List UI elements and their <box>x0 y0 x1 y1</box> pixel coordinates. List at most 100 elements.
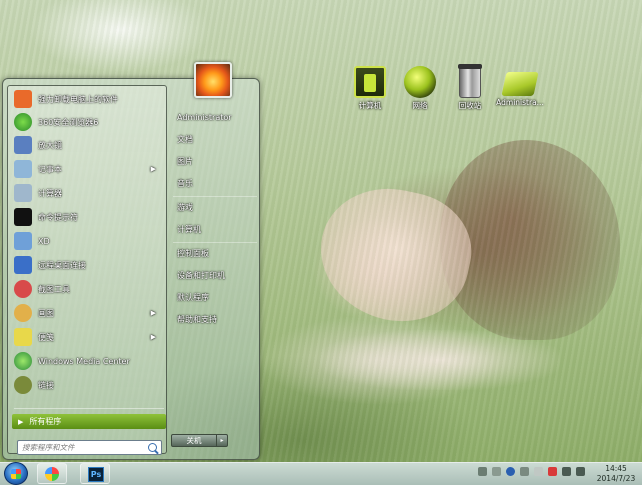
right-item-label: 设备和打印机 <box>177 271 225 280</box>
right-item-devices-printers[interactable]: 设备和打印机 <box>177 268 257 284</box>
right-separator <box>173 196 257 197</box>
program-label: 命令提示符 <box>38 212 78 222</box>
media-center-icon <box>14 352 32 370</box>
program-label: 强力卸载电脑上的软件 <box>38 94 118 104</box>
program-label: 计算器 <box>38 188 62 198</box>
all-programs-button[interactable]: ▶ 所有程序 <box>12 414 166 429</box>
taskbar-browser-button[interactable] <box>37 463 67 484</box>
program-item-sticky-notes[interactable]: 便笺 ▶ <box>10 326 164 348</box>
right-item-music[interactable]: 音乐 <box>177 176 257 192</box>
program-item-notepad[interactable]: 记事本 ▶ <box>10 158 164 180</box>
right-item-help[interactable]: 帮助和支持 <box>177 312 257 328</box>
start-menu-programs-pane: 强力卸载电脑上的软件 360安全浏览器6 放大镜 记事本 ▶ 计算器 命令提示符… <box>7 85 167 455</box>
shutdown-options-button[interactable]: ▸ <box>216 434 228 447</box>
program-label: 记事本 <box>38 164 62 174</box>
action-center-icon[interactable] <box>548 467 557 476</box>
browser-360-icon <box>14 113 32 131</box>
program-label: 截图工具 <box>38 284 70 294</box>
right-item-pictures[interactable]: 图片 <box>177 154 257 170</box>
desktop-icon-label: 回收站 <box>458 101 482 110</box>
submenu-arrow-icon: ▶ <box>150 309 156 317</box>
desktop-icon-computer[interactable]: 计算机 <box>342 66 398 111</box>
photoshop-icon: Ps <box>88 467 104 482</box>
program-label: 链接 <box>38 380 54 390</box>
search-input[interactable]: 搜索程序和文件 <box>17 440 162 455</box>
submenu-arrow-icon: ▶ <box>150 165 156 173</box>
user-folder-icon <box>501 72 539 96</box>
desktop-icon-user-folder[interactable]: Administra... <box>492 66 548 107</box>
right-item-label: 默认程序 <box>177 293 209 302</box>
right-separator <box>173 242 257 243</box>
right-item-label: Administrator <box>177 113 232 122</box>
program-item-calculator[interactable]: 计算器 <box>10 182 164 204</box>
right-item-label: 文档 <box>177 135 193 144</box>
right-item-user[interactable]: Administrator <box>177 110 257 126</box>
program-label: 360安全浏览器6 <box>38 117 99 127</box>
program-label: XD <box>38 236 50 246</box>
desktop-icon-recycle-bin[interactable]: 回收站 <box>442 64 498 111</box>
network-icon <box>404 66 436 98</box>
taskbar-photoshop-button[interactable]: Ps <box>80 463 110 484</box>
start-menu: 强力卸载电脑上的软件 360安全浏览器6 放大镜 记事本 ▶ 计算器 命令提示符… <box>2 78 260 460</box>
program-item-uninstall[interactable]: 强力卸载电脑上的软件 <box>10 88 164 110</box>
program-label: 远程桌面连接 <box>38 260 86 270</box>
program-label: 放大镜 <box>38 140 62 150</box>
browser-icon <box>45 467 59 481</box>
program-item-magnifier[interactable]: 放大镜 <box>10 134 164 156</box>
desktop-icon-label: Administra... <box>496 98 544 107</box>
right-item-label: 图片 <box>177 157 193 166</box>
network-tray-icon[interactable] <box>562 467 571 476</box>
program-item-xd[interactable]: XD <box>10 230 164 252</box>
program-item-paint[interactable]: 画图 ▶ <box>10 302 164 324</box>
program-item-remote-desktop[interactable]: 远程桌面连接 <box>10 254 164 276</box>
all-programs-label: 所有程序 <box>29 417 62 426</box>
right-item-label: 帮助和支持 <box>177 315 217 324</box>
notepad-icon <box>14 160 32 178</box>
sticky-notes-icon <box>14 328 32 346</box>
start-button[interactable] <box>4 462 28 485</box>
right-item-computer[interactable]: 计算机 <box>177 222 257 238</box>
volume-icon[interactable] <box>576 467 585 476</box>
program-item-media-center[interactable]: Windows Media Center <box>10 350 164 372</box>
search-icon[interactable] <box>148 443 157 452</box>
program-item-links[interactable]: 链接 <box>10 374 164 396</box>
program-item-360-browser[interactable]: 360安全浏览器6 <box>10 111 164 133</box>
desktop-icon-label: 计算机 <box>358 101 382 110</box>
program-label: 画图 <box>38 308 54 318</box>
clock-time[interactable]: 14:45 <box>594 464 638 473</box>
paint-icon <box>14 304 32 322</box>
snipping-tool-icon <box>14 280 32 298</box>
show-hidden-icons-icon[interactable] <box>534 467 543 476</box>
program-label: Windows Media Center <box>38 356 130 366</box>
computer-icon <box>354 66 386 98</box>
right-item-documents[interactable]: 文档 <box>177 132 257 148</box>
remote-desktop-icon <box>14 256 32 274</box>
submenu-arrow-icon: ▶ <box>150 333 156 341</box>
help-icon[interactable] <box>506 467 515 476</box>
right-item-label: 游戏 <box>177 203 193 212</box>
right-item-control-panel[interactable]: 控制面板 <box>177 246 257 262</box>
xd-icon <box>14 232 32 250</box>
input-method-icon[interactable] <box>492 467 501 476</box>
keyboard-icon[interactable] <box>478 467 487 476</box>
desktop-icon-network[interactable]: 网络 <box>392 66 448 111</box>
programs-separator <box>14 408 164 409</box>
right-item-label: 音乐 <box>177 179 193 188</box>
right-item-label: 控制面板 <box>177 249 209 258</box>
uninstall-icon <box>14 90 32 108</box>
settings-icon[interactable] <box>520 467 529 476</box>
cmd-icon <box>14 208 32 226</box>
right-item-label: 计算机 <box>177 225 201 234</box>
program-item-snipping-tool[interactable]: 截图工具 <box>10 278 164 300</box>
magnifier-icon <box>14 136 32 154</box>
right-item-default-programs[interactable]: 默认程序 <box>177 290 257 306</box>
program-item-cmd[interactable]: 命令提示符 <box>10 206 164 228</box>
search-placeholder: 搜索程序和文件 <box>22 443 75 452</box>
clock-date[interactable]: 2014/7/23 <box>594 474 638 483</box>
links-icon <box>14 376 32 394</box>
desktop-icon-label: 网络 <box>412 101 428 110</box>
arrow-right-icon: ▶ <box>18 417 24 426</box>
user-picture[interactable] <box>194 62 232 98</box>
shutdown-button[interactable]: 关机 <box>171 434 217 447</box>
right-item-games[interactable]: 游戏 <box>177 200 257 216</box>
